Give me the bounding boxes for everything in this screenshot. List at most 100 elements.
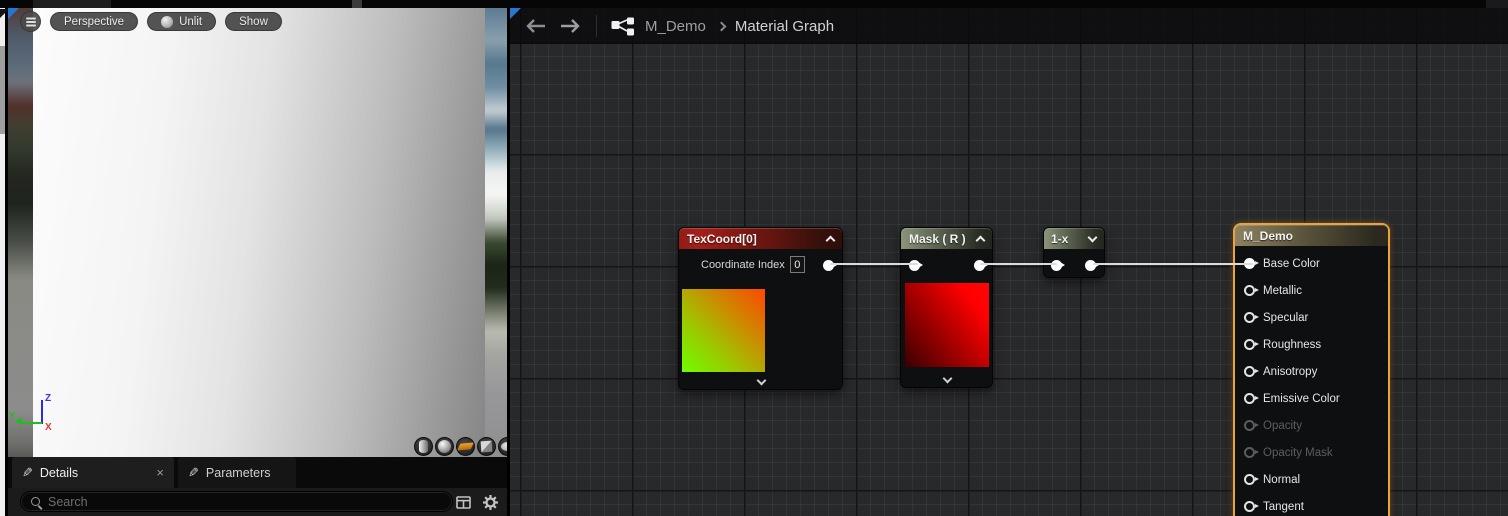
viewport-focus-corner	[8, 8, 19, 19]
material-pin-row[interactable]: Opacity	[1235, 412, 1388, 439]
preview-toggle-chevron-icon[interactable]	[756, 376, 766, 386]
breadcrumb-divider	[596, 15, 597, 37]
details-pencil-icon: ✎	[22, 465, 33, 481]
breadcrumb: M_Demo Material Graph	[510, 8, 1508, 44]
material-preview-mesh[interactable]	[33, 8, 485, 457]
pin-label: Tangent	[1263, 501, 1304, 513]
pin-label: Roughness	[1263, 339, 1321, 351]
material-graph-canvas[interactable]: M_Demo Material Graph TexCoord[0] Coordi…	[510, 8, 1508, 516]
shape-cylinder-button[interactable]	[414, 437, 433, 456]
graph-focus-corner	[510, 8, 521, 19]
tab-parameters[interactable]: ✎ Parameters	[178, 457, 296, 488]
pin-icon[interactable]	[1244, 366, 1255, 377]
mask-output-pin[interactable]	[974, 260, 985, 271]
node-one-minus-header[interactable]: 1-x	[1044, 228, 1104, 249]
material-editor-window: Perspective Unlit Show Z X Y	[0, 0, 1508, 516]
top-strip-segment	[352, 0, 362, 8]
preview-toggle-chevron-icon[interactable]	[942, 374, 952, 384]
coordinate-index-label: Coordinate Index	[701, 259, 785, 271]
parameters-pencil-icon: ✎	[188, 465, 199, 481]
wire-oneminus-to-basecolor[interactable]	[1093, 263, 1253, 265]
node-material-header[interactable]: M_Demo	[1235, 225, 1388, 246]
node-material-title: M_Demo	[1243, 229, 1293, 243]
close-icon[interactable]: ×	[156, 466, 164, 479]
viewport-menu-button[interactable]	[20, 11, 41, 32]
gizmo-y-arrowhead	[15, 417, 22, 425]
settings-gear-icon[interactable]	[482, 494, 499, 511]
pin-icon[interactable]	[1244, 393, 1255, 404]
material-pin-row[interactable]: Metallic	[1235, 277, 1388, 304]
node-mask-header[interactable]: Mask ( R )	[901, 228, 992, 249]
breadcrumb-page[interactable]: Material Graph	[735, 18, 834, 35]
breadcrumb-separator-icon	[716, 21, 726, 31]
pin-icon[interactable]	[1244, 474, 1255, 485]
node-texcoord-header[interactable]: TexCoord[0]	[679, 228, 842, 249]
pin-label: Opacity Mask	[1263, 447, 1333, 459]
gizmo-x-label: X	[45, 422, 52, 433]
details-panel: ✎ Details × ✎ Parameters Search	[8, 457, 507, 516]
shape-custom-mesh-button[interactable]	[498, 437, 507, 456]
property-matrix-icon[interactable]	[456, 496, 471, 509]
panel-tab-strip: ✎ Details × ✎ Parameters	[8, 457, 507, 488]
cylinder-icon	[419, 440, 428, 453]
node-mask[interactable]: Mask ( R )	[900, 227, 993, 388]
preview-viewport[interactable]: Perspective Unlit Show Z X Y	[8, 8, 507, 457]
sphere-icon	[438, 440, 451, 453]
pin-label: Base Color	[1263, 258, 1320, 270]
forward-button[interactable]	[560, 19, 580, 33]
one-minus-input-pin[interactable]	[1051, 260, 1062, 271]
gizmo-y-label: Y	[9, 411, 16, 422]
one-minus-output-pin[interactable]	[1085, 260, 1096, 271]
pin-icon[interactable]	[1244, 447, 1255, 458]
plane-icon	[457, 442, 474, 450]
mask-red-preview	[905, 283, 989, 367]
material-pin-row[interactable]: Roughness	[1235, 331, 1388, 358]
texcoord-output-pin[interactable]	[823, 260, 834, 271]
collapse-chevron-icon[interactable]	[975, 233, 985, 243]
shape-sphere-button[interactable]	[435, 437, 454, 456]
wire-mask-to-oneminus[interactable]	[980, 263, 1057, 265]
view-mode-label: Unlit	[179, 16, 202, 28]
top-strip-segment	[1486, 0, 1508, 8]
material-pin-row[interactable]: Base Color	[1235, 250, 1388, 277]
material-pin-row[interactable]: Normal	[1235, 466, 1388, 493]
search-input[interactable]: Search	[20, 491, 453, 512]
breadcrumb-asset[interactable]: M_Demo	[645, 18, 706, 35]
material-pin-row[interactable]: Specular	[1235, 304, 1388, 331]
search-placeholder: Search	[48, 495, 88, 509]
material-node-pins: Base Color MetallicSpecular Roughness Aniso…	[1235, 246, 1388, 516]
mask-input-pin[interactable]	[909, 260, 920, 271]
coordinate-index-value[interactable]: 0	[790, 256, 805, 273]
pin-icon[interactable]	[1244, 420, 1255, 431]
show-button[interactable]: Show	[225, 12, 282, 31]
tab-details[interactable]: ✎ Details ×	[12, 457, 174, 488]
node-one-minus[interactable]: 1-x	[1043, 227, 1105, 278]
gizmo-z-axis	[41, 400, 43, 424]
graph-nodes-icon	[611, 17, 635, 36]
collapse-chevron-icon[interactable]	[825, 233, 835, 243]
texcoord-uv-preview	[682, 289, 765, 372]
node-texcoord-title: TexCoord[0]	[687, 232, 757, 246]
back-button[interactable]	[526, 19, 546, 33]
view-mode-button[interactable]: Unlit	[147, 12, 216, 31]
gizmo-y-axis	[21, 422, 42, 424]
pin-icon[interactable]	[1244, 312, 1255, 323]
material-pin-row[interactable]: Opacity Mask	[1235, 439, 1388, 466]
view-mode-sphere-icon	[161, 16, 173, 28]
pin-icon[interactable]	[1244, 285, 1255, 296]
perspective-button[interactable]: Perspective	[50, 12, 138, 31]
shape-plane-button[interactable]	[456, 437, 475, 456]
node-texcoord[interactable]: TexCoord[0] Coordinate Index 0	[678, 227, 843, 390]
top-window-strip	[0, 0, 1508, 8]
wire-texcoord-to-mask[interactable]	[830, 263, 918, 265]
pin-label: Normal	[1263, 474, 1300, 486]
material-pin-row[interactable]: Emissive Color	[1235, 385, 1388, 412]
node-material-output[interactable]: M_Demo Base Color MetallicSpecular Roughne…	[1233, 223, 1390, 516]
expand-chevron-icon[interactable]	[1087, 233, 1097, 243]
tab-parameters-label: Parameters	[206, 466, 271, 480]
pin-icon[interactable]	[1244, 339, 1255, 350]
pin-icon[interactable]	[1244, 501, 1255, 512]
material-pin-row[interactable]: Anisotropy	[1235, 358, 1388, 385]
shape-cube-button[interactable]	[477, 437, 496, 456]
material-pin-row[interactable]: Tangent	[1235, 493, 1388, 516]
